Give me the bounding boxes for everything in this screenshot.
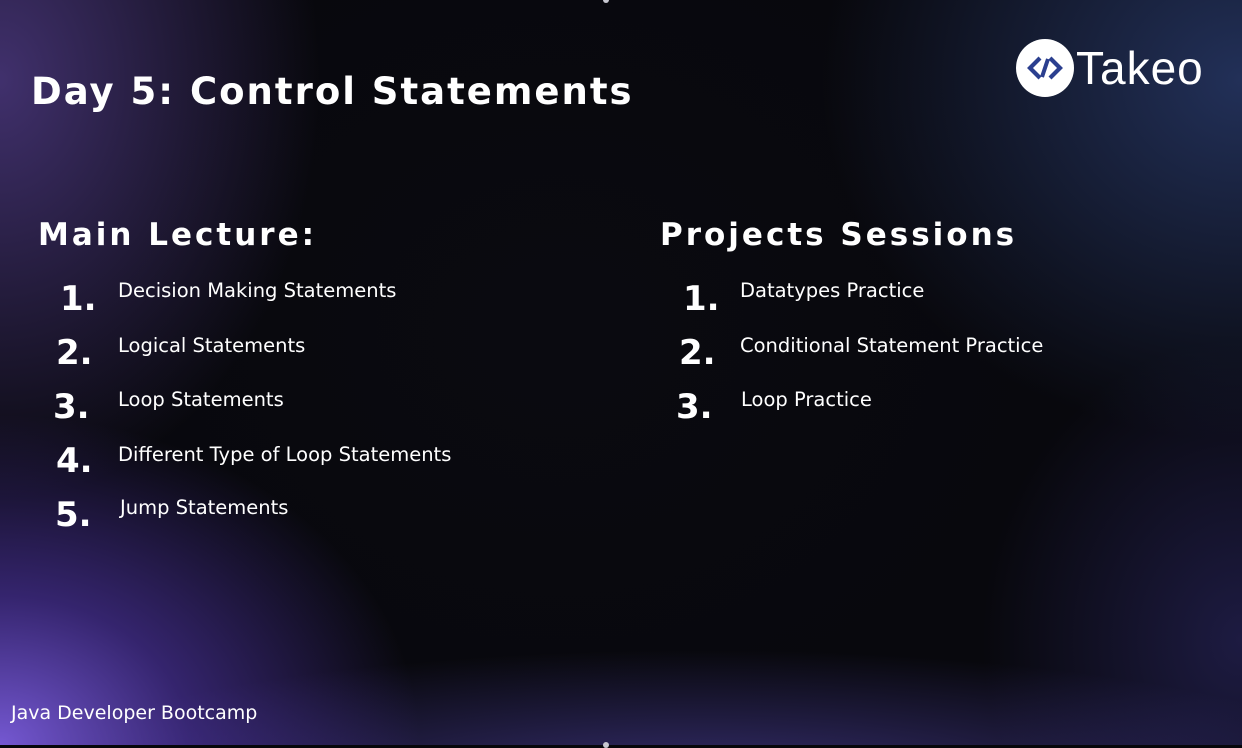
projects-number-3: 3. xyxy=(676,387,713,427)
footer-caption: Java Developer Bootcamp xyxy=(11,702,258,724)
main-lecture-number-4: 4. xyxy=(56,441,93,481)
projects-number-2: 2. xyxy=(679,333,716,373)
main-lecture-item-3: Loop Statements xyxy=(118,388,284,411)
slide-title: Day 5: Control Statements xyxy=(31,70,634,113)
main-lecture-number-2: 2. xyxy=(56,333,93,373)
main-lecture-item-5: Jump Statements xyxy=(120,496,289,519)
projects-item-2: Conditional Statement Practice xyxy=(740,334,1044,357)
projects-heading: Projects Sessions xyxy=(660,217,1018,253)
code-brackets-icon xyxy=(1016,39,1074,97)
main-lecture-item-4: Different Type of Loop Statements xyxy=(118,443,452,466)
projects-item-1: Datatypes Practice xyxy=(740,279,925,302)
brand-name: Takeo xyxy=(1076,42,1204,94)
brand-logo: Takeo xyxy=(1016,38,1204,98)
projects-item-3: Loop Practice xyxy=(741,388,872,411)
main-lecture-number-1: 1. xyxy=(60,279,97,319)
main-lecture-item-1: Decision Making Statements xyxy=(118,279,397,302)
main-lecture-heading: Main Lecture: xyxy=(38,217,318,253)
main-lecture-number-5: 5. xyxy=(55,495,92,535)
bottom-indicator-dot xyxy=(603,742,609,748)
main-lecture-number-3: 3. xyxy=(53,387,90,427)
projects-number-1: 1. xyxy=(683,279,720,319)
main-lecture-item-2: Logical Statements xyxy=(118,334,306,357)
